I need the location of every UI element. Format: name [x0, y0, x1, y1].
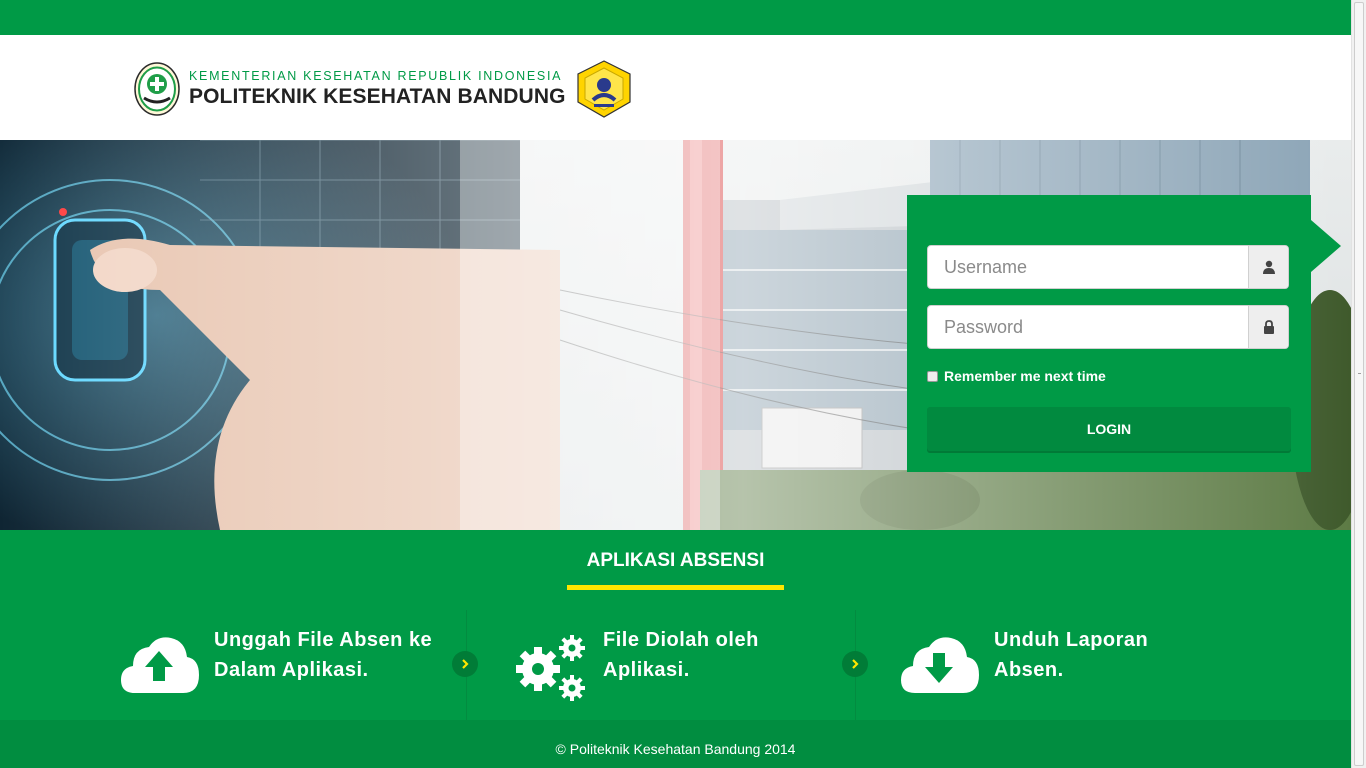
password-field: [927, 305, 1289, 349]
vertical-scrollbar[interactable]: [1351, 0, 1366, 768]
login-panel-arrow: [1311, 220, 1341, 272]
step-download-text: Unduh Laporan Absen.: [994, 625, 1148, 685]
step-arrow: [452, 651, 478, 677]
step-upload-text: Unggah File Absen ke Dalam Aplikasi.: [214, 625, 432, 685]
remember-label: Remember me next time: [944, 368, 1106, 384]
step-upload-line2: Dalam Aplikasi.: [214, 659, 369, 681]
section-title: APLIKASI ABSENSI: [586, 550, 765, 571]
hero-banner: Remember me next time LOGIN: [0, 140, 1351, 530]
step-process-line2: Aplikasi.: [603, 659, 690, 681]
lock-icon: [1263, 320, 1274, 334]
remember-me[interactable]: Remember me next time: [927, 368, 1106, 384]
username-field: [927, 245, 1289, 289]
step-arrow: [842, 651, 868, 677]
institution-name: POLITEKNIK KESEHATAN BANDUNG: [189, 84, 566, 108]
step-process-line1: File Diolah oleh: [603, 629, 759, 651]
kemenkes-logo-icon: [134, 62, 180, 116]
remember-checkbox[interactable]: [927, 370, 938, 382]
copyright-text: © Politeknik Kesehatan Bandung 2014: [555, 741, 796, 757]
cloud-download-icon: [901, 637, 979, 693]
username-input[interactable]: [928, 246, 1250, 288]
poltekkes-logo-icon: [576, 60, 631, 118]
scrollbar-grip: [1358, 373, 1361, 375]
login-panel: Remember me next time LOGIN: [907, 195, 1311, 472]
top-bar: [0, 0, 1351, 35]
scrollbar-thumb[interactable]: [1354, 2, 1364, 766]
ministry-name: KEMENTERIAN KESEHATAN REPUBLIK INDONESIA: [189, 68, 563, 83]
step-process-text: File Diolah oleh Aplikasi.: [603, 625, 759, 685]
step-upload: Unggah File Absen ke Dalam Aplikasi.: [121, 629, 432, 695]
brand[interactable]: KEMENTERIAN KESEHATAN REPUBLIK INDONESIA…: [134, 60, 634, 118]
password-input[interactable]: [928, 306, 1250, 348]
step-download-line2: Absen.: [994, 659, 1064, 681]
password-addon: [1248, 306, 1288, 348]
step-process: File Diolah oleh Aplikasi.: [512, 629, 759, 703]
brand-text: KEMENTERIAN KESEHATAN REPUBLIK INDONESIA…: [189, 69, 566, 110]
gears-icon: [516, 635, 585, 701]
step-download-line1: Unduh Laporan: [994, 629, 1149, 651]
step-upload-line1: Unggah File Absen ke: [214, 629, 433, 651]
site-header: KEMENTERIAN KESEHATAN REPUBLIK INDONESIA…: [0, 35, 1351, 140]
login-button[interactable]: LOGIN: [927, 407, 1291, 451]
page: KEMENTERIAN KESEHATAN REPUBLIK INDONESIA…: [0, 0, 1351, 768]
step-download: Unduh Laporan Absen.: [901, 629, 1148, 695]
footer: © Politeknik Kesehatan Bandung 2014: [0, 720, 1351, 768]
title-underline: [567, 585, 784, 590]
chevron-right-icon: [462, 659, 469, 669]
steps-section: APLIKASI ABSENSI Unggah File Absen ke Da…: [0, 530, 1351, 720]
cloud-upload-icon: [121, 637, 199, 693]
username-addon: [1248, 246, 1288, 288]
chevron-right-icon: [852, 659, 859, 669]
user-icon: [1262, 260, 1275, 274]
